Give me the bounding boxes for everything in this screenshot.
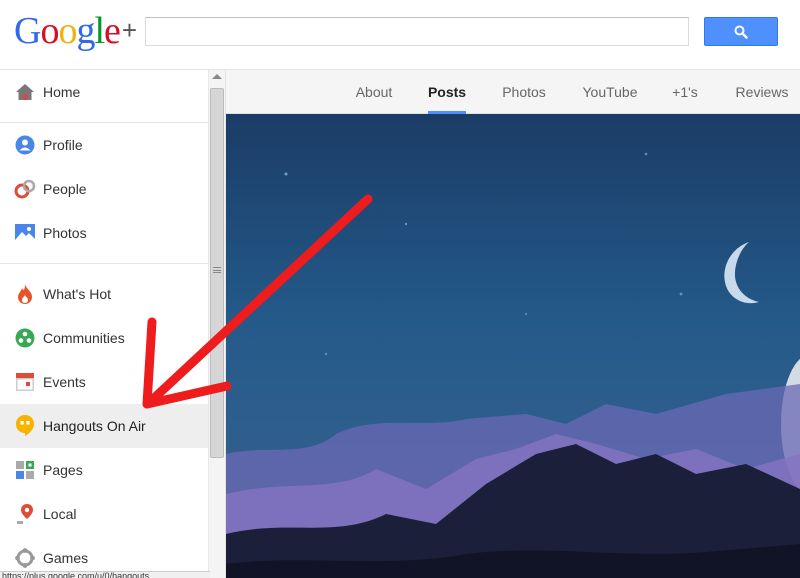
annotation-arrow [142, 194, 373, 409]
